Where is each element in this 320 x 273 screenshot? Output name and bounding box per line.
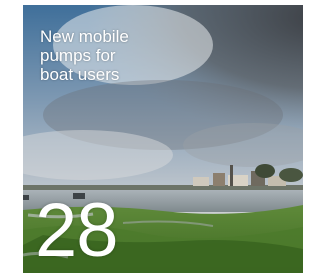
issue-number: 28	[35, 188, 119, 273]
headline-line: boat users	[40, 65, 120, 84]
article-tile[interactable]: New mobile pumps for boat users 28	[23, 5, 303, 273]
headline-line: New mobile	[40, 27, 129, 46]
article-headline[interactable]: New mobile pumps for boat users	[40, 27, 210, 84]
headline-line: pumps for	[40, 46, 116, 65]
